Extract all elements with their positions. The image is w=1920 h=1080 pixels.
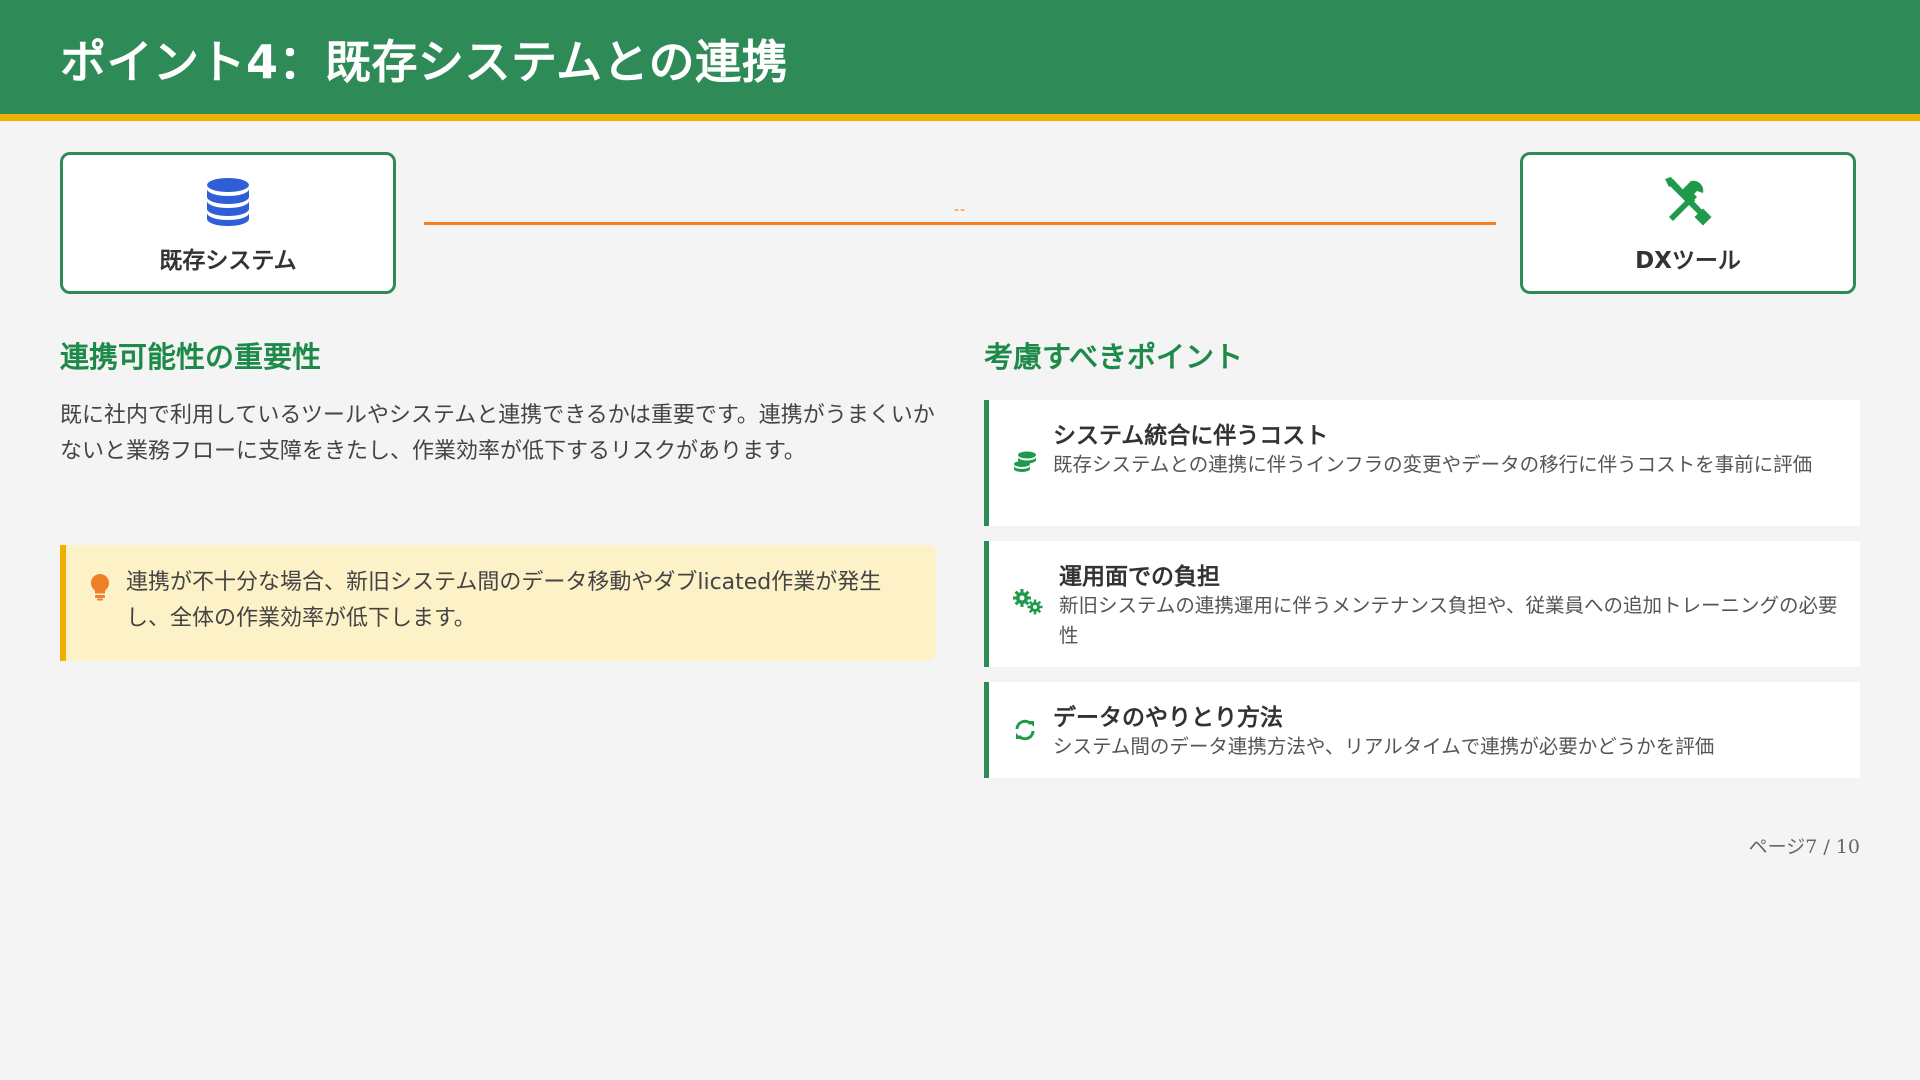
existing-system-box: 既存システム xyxy=(60,152,396,294)
dx-tool-box: DXツール xyxy=(1520,152,1856,294)
point-description: 既存システムとの連携に伴うインフラの変更やデータの移行に伴うコストを事前に評価 xyxy=(1053,453,1813,476)
importance-heading: 連携可能性の重要性 xyxy=(60,340,322,374)
page-indicator: ページ7 / 10 xyxy=(1748,836,1860,858)
importance-body: 既に社内で利用しているツールやシステムと連携できるかは重要です。連携がうまくいか… xyxy=(60,403,935,464)
coins-icon xyxy=(1013,450,1037,478)
point-card-data-exchange: データのやりとり方法 システム間のデータ連携方法や、リアルタイムで連携が必要かど… xyxy=(984,682,1860,778)
point-card-cost: システム統合に伴うコスト 既存システムとの連携に伴うインフラの変更やデータの移行… xyxy=(984,400,1860,526)
point-card-operations: 運用面での負担 新旧システムの連携運用に伴うメンテナンス負担や、従業員への追加ト… xyxy=(984,541,1860,667)
slide-title: ポイント4：既存システムとの連携 xyxy=(60,35,789,89)
point-description: 新旧システムの連携運用に伴うメンテナンス負担や、従業員への追加トレーニングの必要… xyxy=(1059,594,1838,647)
connector-line xyxy=(424,222,1496,225)
tools-icon xyxy=(1663,177,1713,231)
existing-system-label: 既存システム xyxy=(159,248,297,274)
sync-icon xyxy=(1013,718,1037,746)
database-icon xyxy=(206,177,250,231)
considerations-heading: 考慮すべきポイント xyxy=(984,340,1243,374)
point-description: システム間のデータ連携方法や、リアルタイムで連携が必要かどうかを評価 xyxy=(1053,735,1715,758)
tip-callout: 連携が不十分な場合、新旧システム間のデータ移動やダブlicated作業が発生し、… xyxy=(60,545,936,661)
connector-label: -- xyxy=(953,202,967,218)
point-title: 運用面での負担 xyxy=(1059,564,1220,590)
dx-tool-label: DXツール xyxy=(1635,248,1741,274)
tip-text: 連携が不十分な場合、新旧システム間のデータ移動やダブlicated作業が発生し、… xyxy=(126,570,882,631)
lightbulb-icon xyxy=(90,573,110,605)
slide-header: ポイント4：既存システムとの連携 xyxy=(0,0,1920,121)
cogs-icon xyxy=(1013,589,1043,619)
point-title: データのやりとり方法 xyxy=(1053,705,1283,731)
point-title: システム統合に伴うコスト xyxy=(1053,423,1329,449)
